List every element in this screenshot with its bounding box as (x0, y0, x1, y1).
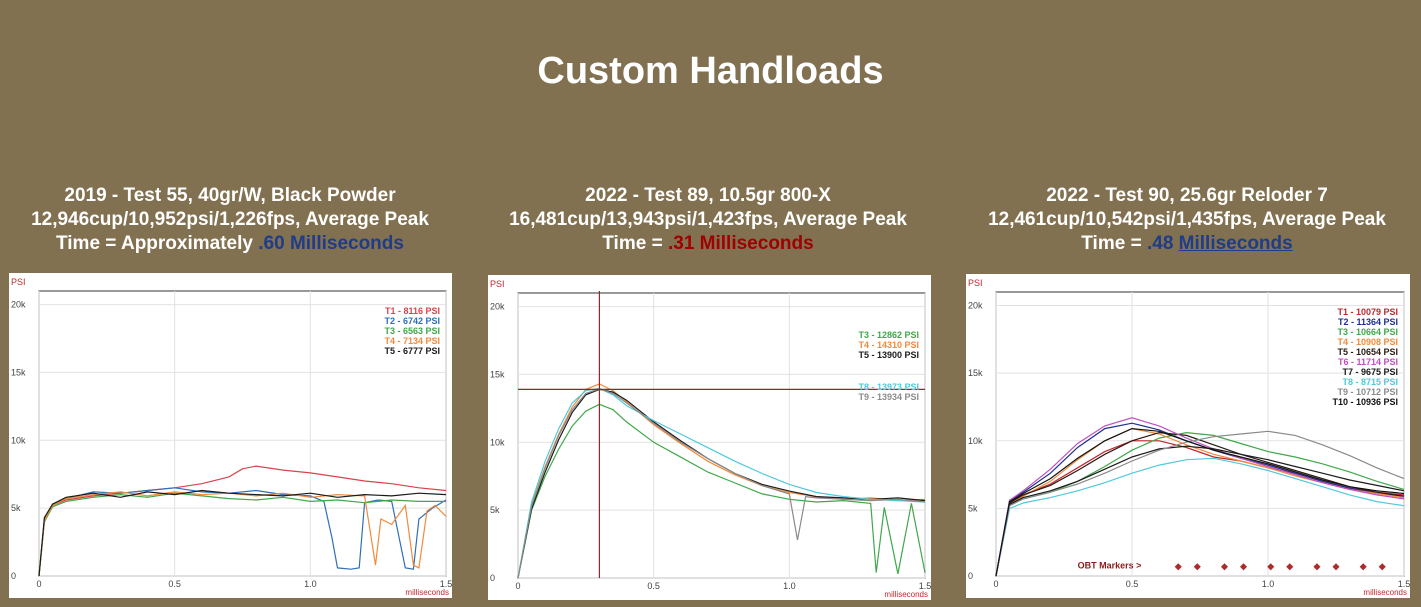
y-tick-label: 20k (490, 302, 505, 312)
y-tick-label: 0 (490, 573, 495, 583)
caption-line-1: 2019 - Test 55, 40gr/W, Black Powder (64, 185, 396, 206)
legend-entry: T4 - 10908 PSI (1337, 337, 1398, 347)
milliseconds-link[interactable]: Milliseconds (1179, 233, 1293, 254)
caption-line-2: 16,481cup/13,943psi/1,423fps, Average Pe… (509, 209, 907, 230)
legend-entry: T9 - 10712 PSI (1337, 387, 1398, 397)
x-axis-label: milliseconds (1363, 588, 1407, 597)
caption-line-1: 2022 - Test 90, 25.6gr Reloder 7 (1046, 185, 1328, 206)
caption-time-prefix: Time = (602, 233, 663, 254)
legend-entry: T9 - 13934 PSI (858, 392, 919, 402)
y-axis-label: PSI (11, 277, 26, 287)
caption-line-3: Time = .48 Milliseconds (957, 232, 1417, 256)
y-tick-label: 20k (11, 300, 26, 310)
page-title: Custom Handloads (537, 50, 884, 92)
pressure-chart-2: 0 5k 10k 15k 20k 0 0.5 1.0 1.5 PSI milliseconds T3 … (488, 275, 931, 600)
legend-entry: T5 - 10654 PSI (1337, 347, 1398, 357)
x-axis-label: milliseconds (884, 590, 928, 599)
legend-entry: T1 - 8116 PSI (385, 306, 440, 316)
caption-line-2: 12,461cup/10,542psi/1,435fps, Average Pe… (988, 209, 1386, 230)
y-tick-label: 15k (968, 368, 983, 378)
y-tick-label: 10k (11, 435, 26, 445)
panel-caption: 2022 - Test 90, 25.6gr Reloder 7 12,461c… (957, 184, 1417, 256)
x-tick-label: 0 (36, 579, 41, 589)
x-tick-label: 0.5 (647, 581, 660, 591)
x-tick-label: 1.0 (1262, 579, 1275, 589)
legend-entry: T5 - 13900 PSI (858, 350, 919, 360)
y-tick-label: 20k (968, 301, 983, 311)
legend-entry: T2 - 6742 PSI (384, 316, 440, 326)
panel-caption: 2022 - Test 89, 10.5gr 800-X 16,481cup/1… (478, 184, 938, 256)
caption-line-1: 2022 - Test 89, 10.5gr 800-X (585, 185, 831, 206)
x-tick-label: 0.5 (1126, 579, 1139, 589)
x-tick-label: 1.0 (304, 579, 317, 589)
caption-line-3: Time = Approximately .60 Milliseconds (0, 232, 460, 256)
y-tick-label: 0 (11, 571, 16, 581)
x-tick-label: 0 (993, 579, 998, 589)
y-tick-label: 5k (968, 503, 978, 513)
obt-markers-label: OBT Markers > (1078, 560, 1142, 570)
legend-entry: T5 - 6777 PSI (384, 346, 440, 356)
legend-entry: T8 - 13973 PSI (858, 382, 919, 392)
caption-time-value: .60 Milliseconds (258, 233, 404, 254)
legend-entry: T4 - 7134 PSI (384, 336, 440, 346)
handload-panel-1: 2019 - Test 55, 40gr/W, Black Powder 12,… (0, 184, 460, 256)
legend-entry: T8 - 8715 PSI (1342, 377, 1398, 387)
y-tick-label: 5k (490, 505, 500, 515)
x-tick-label: 0.5 (168, 579, 181, 589)
handload-panel-3: 2022 - Test 90, 25.6gr Reloder 7 12,461c… (957, 184, 1417, 256)
y-tick-label: 5k (11, 503, 21, 513)
legend-entry: T3 - 12862 PSI (858, 330, 919, 340)
pressure-chart-svg: 05k10k15k20k0 0.5 1.0 1.5PSImillisecondsT1 … (11, 277, 452, 597)
y-axis-label: PSI (490, 279, 505, 289)
y-tick-label: 0 (968, 571, 973, 581)
legend-entry: T3 - 10664 PSI (1337, 327, 1398, 337)
y-tick-label: 10k (490, 437, 505, 447)
x-tick-label: 0 (515, 581, 520, 591)
caption-time-value: .48 Milliseconds (1146, 233, 1293, 254)
y-axis-label: PSI (968, 278, 983, 288)
caption-time-prefix: Time = (1081, 233, 1142, 254)
pressure-chart-3: 0 5k 10k 15k 20k 0 0.5 1.0 1.5 PSI milliseconds OBT… (966, 274, 1410, 598)
x-tick-label: 1.0 (783, 581, 796, 591)
legend-entry: T3 - 6563 PSI (384, 326, 440, 336)
panel-caption: 2019 - Test 55, 40gr/W, Black Powder 12,… (0, 184, 460, 256)
y-tick-label: 15k (11, 367, 26, 377)
pressure-chart-svg: 05k10k15k20k0 0.5 1.0 1.5PSImillisecondsT3 … (490, 279, 931, 599)
y-tick-label: 10k (968, 436, 983, 446)
y-tick-label: 15k (490, 369, 505, 379)
caption-line-2: 12,946cup/10,952psi/1,226fps, Average Pe… (31, 209, 429, 230)
pressure-chart-1: 0 5k 10k 15k 20k 0 0.5 1.0 1.5 PSI milliseconds T1 … (9, 273, 452, 598)
legend-entry: T2 - 11364 PSI (1338, 317, 1398, 327)
caption-line-3: Time = .31 Milliseconds (478, 232, 938, 256)
legend-entry: T4 - 14310 PSI (858, 340, 919, 350)
legend-entry: T10 - 10936 PSI (1332, 397, 1398, 407)
caption-time-prefix: Time = Approximately (56, 233, 253, 254)
x-axis-label: milliseconds (405, 588, 449, 597)
legend-entry: T7 - 9675 PSI (1342, 367, 1398, 377)
handload-panel-2: 2022 - Test 89, 10.5gr 800-X 16,481cup/1… (478, 184, 938, 256)
legend-entry: T6 - 11714 PSI (1338, 357, 1398, 367)
legend-entry: T1 - 10079 PSI (1337, 307, 1398, 317)
pressure-chart-svg: 05k10k15k20k0 0.5 1.0 1.5PSImillisecondsOBT… (968, 278, 1410, 597)
caption-time-value: .31 Milliseconds (667, 233, 814, 254)
